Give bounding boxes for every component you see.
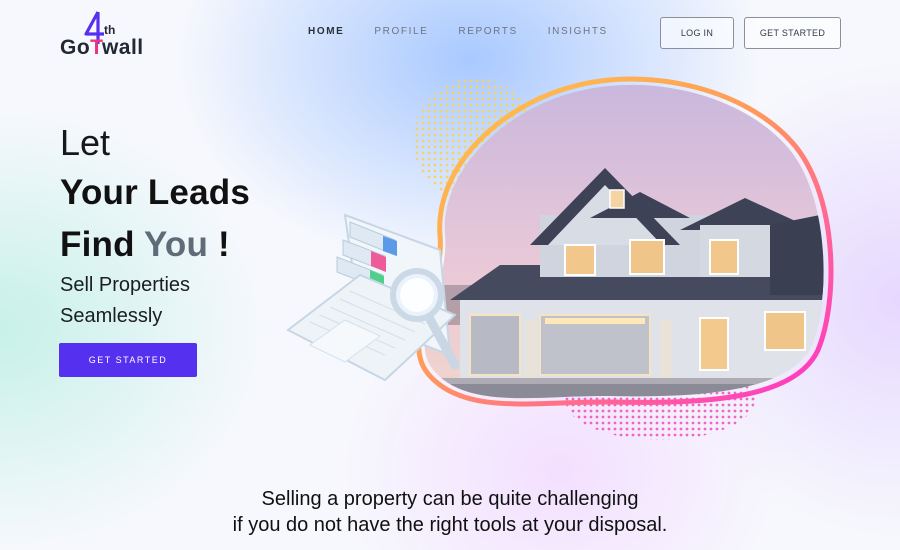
tagline-line2: if you do not have the right tools at yo…	[232, 514, 668, 536]
hero-illustration	[286, 76, 834, 440]
tagline-line1: Selling a property can be quite challeng…	[261, 488, 639, 510]
